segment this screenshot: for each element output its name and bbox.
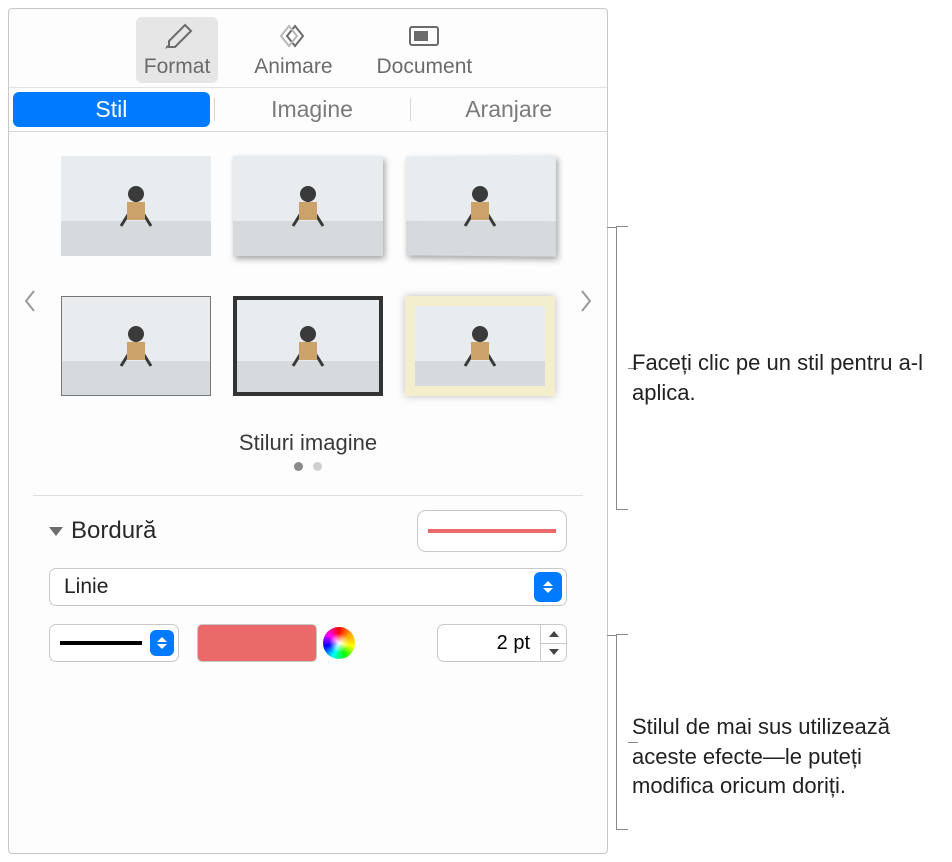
style-thumb-frame[interactable] — [405, 296, 555, 396]
border-type-select[interactable]: Linie — [49, 568, 567, 606]
border-title: Bordură — [71, 517, 156, 545]
toolbar-format[interactable]: Format — [136, 17, 219, 83]
toolbar-animate-label: Animare — [254, 55, 332, 79]
subtab-style-label: Stil — [95, 96, 127, 122]
border-preview-line — [428, 529, 555, 533]
border-controls-row: 2 pt — [49, 624, 567, 662]
format-subtabs: Stil Imagine Aranjare — [9, 87, 607, 132]
subtab-arrange[interactable]: Aranjare — [410, 88, 607, 131]
chevron-down-icon — [49, 527, 63, 536]
border-width-value: 2 pt — [497, 632, 530, 655]
style-thumb-plain[interactable] — [61, 156, 211, 256]
page-dot-1[interactable] — [294, 462, 303, 471]
border-color-controls — [197, 624, 355, 662]
line-style-select[interactable] — [49, 624, 179, 662]
page-dot-2[interactable] — [313, 462, 322, 471]
style-thumb-reflect[interactable] — [406, 155, 556, 256]
style-thumbnails-grid — [9, 156, 607, 406]
callout-bracket-effects — [616, 634, 628, 830]
stepper-down[interactable] — [541, 643, 566, 662]
inspector-toolbar: Format Animare Document — [9, 9, 607, 87]
subtab-style[interactable]: Stil — [13, 92, 210, 127]
format-inspector-panel: Format Animare Document Stil Imagine Ara… — [8, 8, 608, 854]
border-style-popup[interactable] — [417, 510, 567, 552]
stepper-buttons — [541, 624, 567, 662]
image-styles-label: Stiluri imagine — [9, 430, 607, 456]
border-type-value: Linie — [64, 575, 108, 599]
style-page-dots — [9, 462, 607, 471]
styles-next-arrow[interactable] — [571, 271, 601, 331]
border-section: Bordură Linie — [9, 496, 607, 662]
style-thumb-shadow[interactable] — [233, 156, 383, 256]
callout-apply-style: Faceți clic pe un stil pentru a-l aplica… — [632, 348, 932, 407]
callout-bracket-styles — [616, 226, 628, 510]
select-stepper-icon — [534, 572, 562, 602]
border-disclosure[interactable]: Bordură — [49, 517, 156, 545]
line-style-preview — [60, 641, 142, 645]
subtab-image[interactable]: Imagine — [214, 88, 411, 131]
image-styles-section: Stiluri imagine — [9, 132, 607, 481]
select-stepper-icon — [150, 630, 174, 656]
border-width-field[interactable]: 2 pt — [437, 624, 541, 662]
toolbar-animate[interactable]: Animare — [246, 17, 340, 83]
toolbar-format-label: Format — [144, 55, 211, 79]
subtab-image-label: Imagine — [271, 96, 353, 122]
styles-prev-arrow[interactable] — [15, 271, 45, 331]
style-thumb-thinborder[interactable] — [61, 296, 211, 396]
paintbrush-icon — [155, 21, 199, 51]
toolbar-document-label: Document — [377, 55, 473, 79]
toolbar-document[interactable]: Document — [369, 17, 481, 83]
style-thumb-thickborder[interactable] — [233, 296, 383, 396]
border-color-swatch[interactable] — [197, 624, 317, 662]
border-width-stepper: 2 pt — [437, 624, 567, 662]
stepper-up[interactable] — [541, 625, 566, 643]
slide-icon — [402, 21, 446, 51]
border-header: Bordură — [49, 510, 567, 552]
color-wheel-icon[interactable] — [323, 627, 355, 659]
subtab-arrange-label: Aranjare — [465, 96, 552, 122]
diamond-icon — [271, 21, 315, 51]
callout-effects: Stilul de mai sus utilizează aceste efec… — [632, 712, 942, 801]
